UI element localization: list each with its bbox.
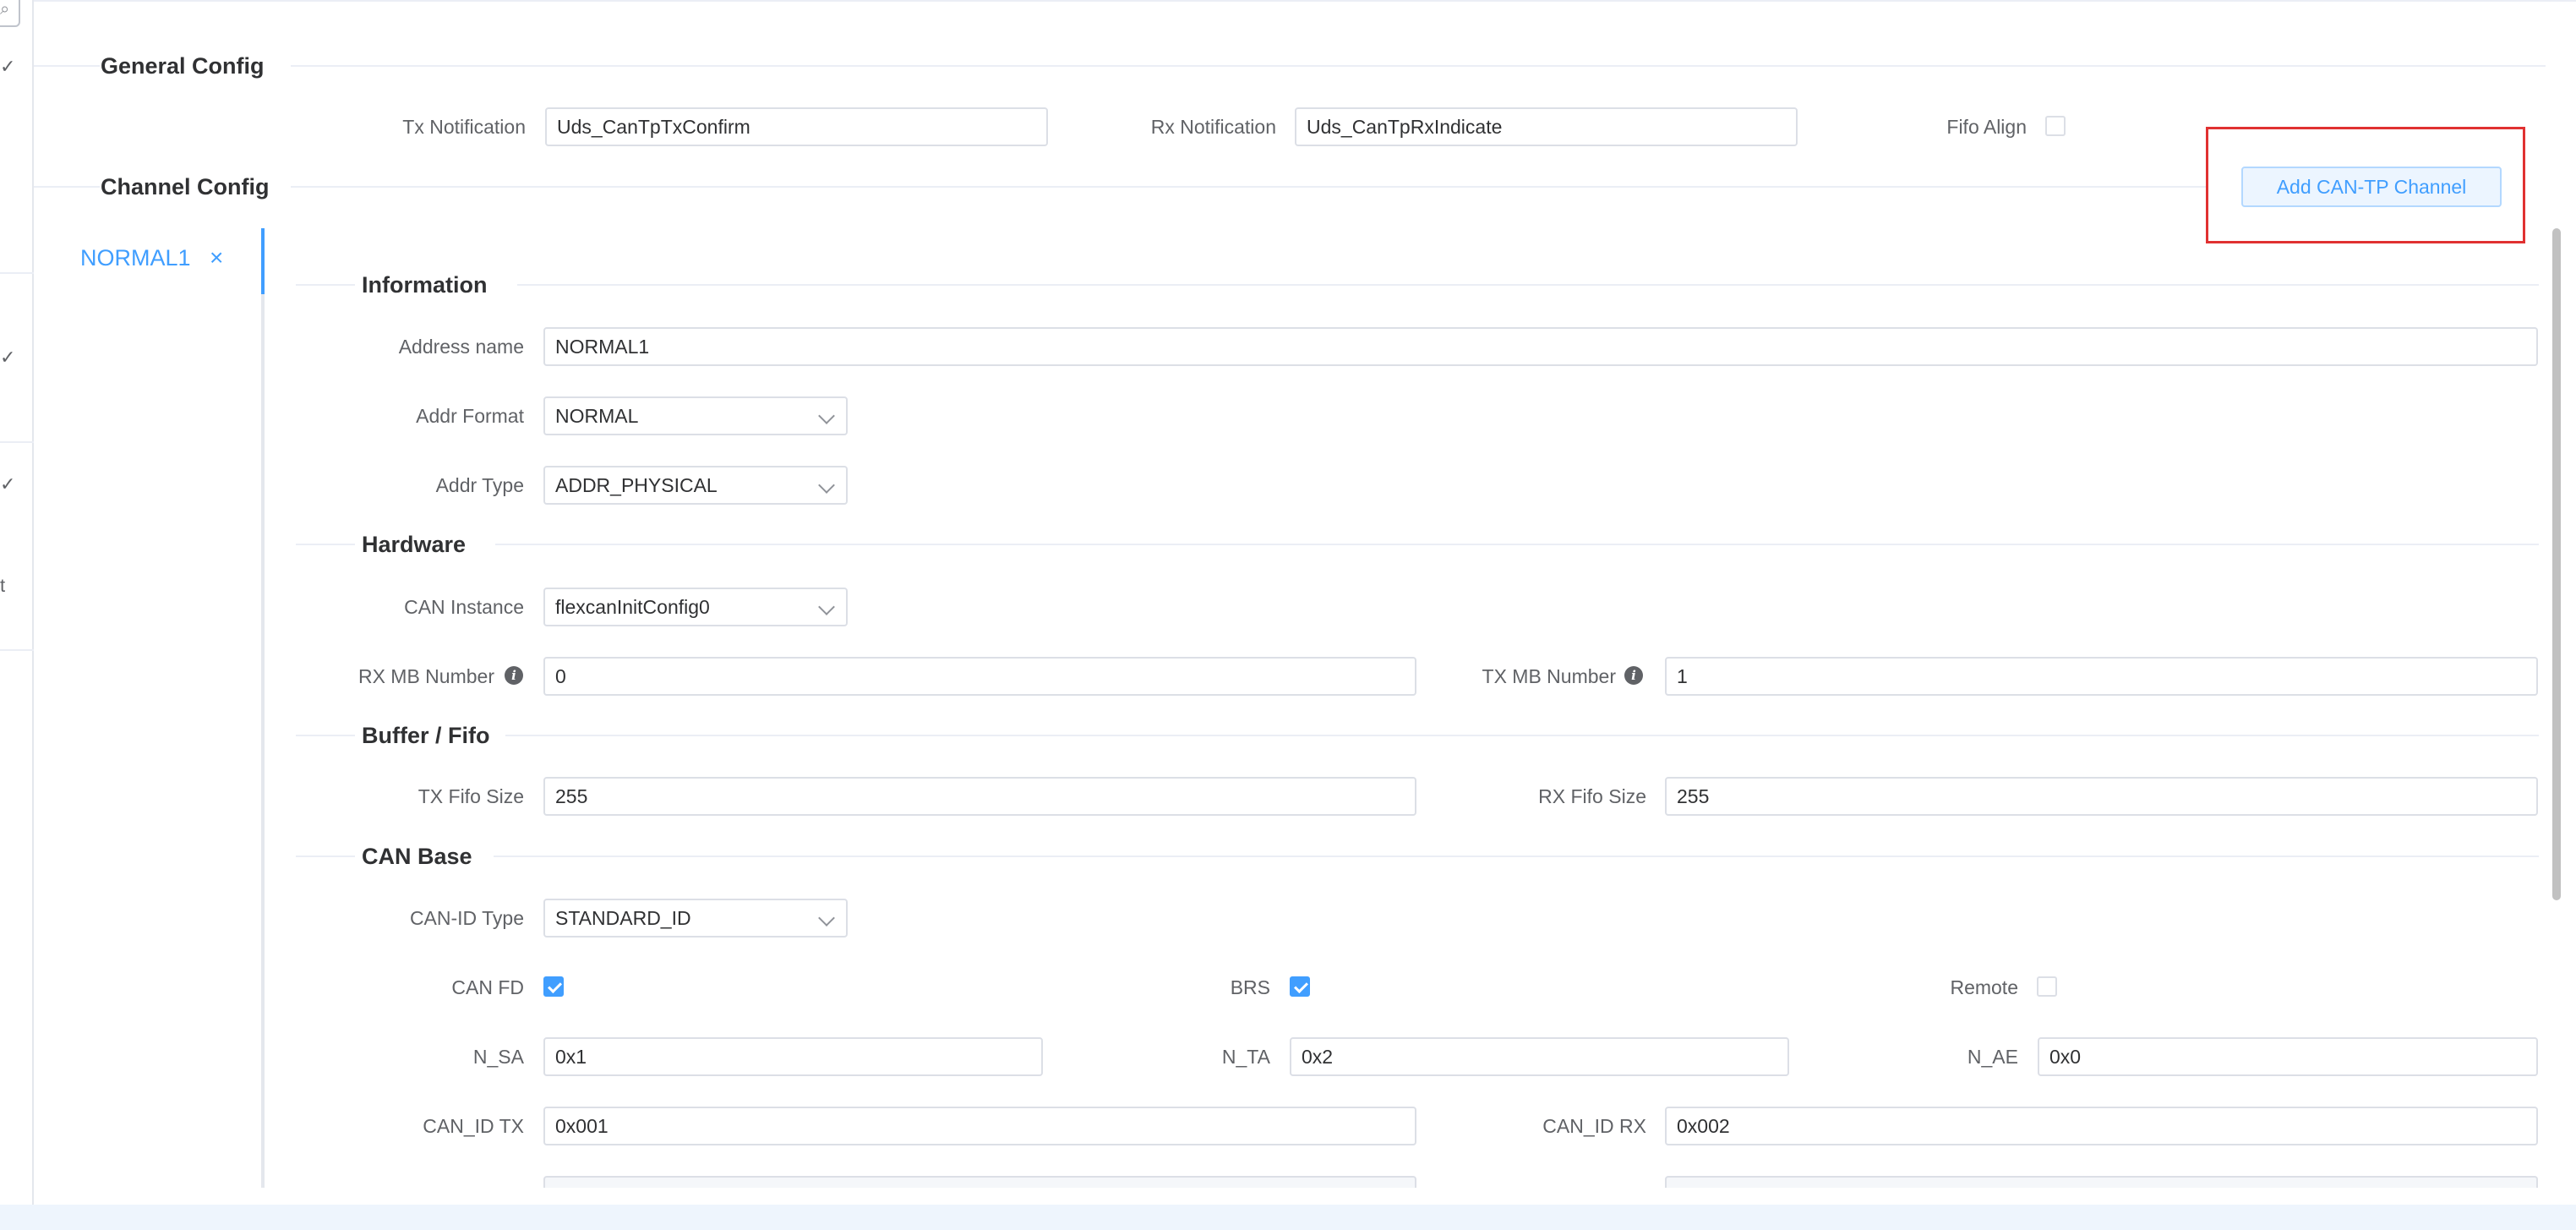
address-name-input[interactable]: NORMAL1 — [543, 327, 2538, 366]
text-glyph: t — [0, 575, 6, 596]
n-ta-label: N_TA — [1221, 1046, 1270, 1068]
n-sa-input[interactable]: 0x1 — [543, 1037, 1043, 1076]
tx-mb-number-input[interactable]: 1 — [1665, 657, 2538, 696]
brs-checkbox[interactable] — [1290, 976, 1310, 997]
n-ae-label: N_AE — [1967, 1046, 2018, 1068]
can-id-type-value: STANDARD_ID — [555, 907, 691, 929]
cutoff-input-left[interactable] — [543, 1176, 1416, 1188]
can-base-rule-right — [494, 856, 2539, 857]
brs-label: BRS — [1230, 976, 1270, 998]
search-icon: ⌕ — [0, 0, 10, 19]
nav-separator — [0, 649, 34, 651]
hardware-rule-right — [495, 544, 2539, 545]
can-instance-select[interactable]: flexcanInitConfig0 — [543, 588, 848, 626]
n-ta-input[interactable]: 0x2 — [1290, 1037, 1789, 1076]
can-fd-checkbox[interactable] — [543, 976, 564, 997]
addr-type-label: Addr Type — [435, 474, 524, 496]
tab-bar-line — [261, 228, 265, 1188]
channel-config-rule-left — [34, 186, 100, 188]
remote-checkbox[interactable] — [2037, 976, 2057, 997]
rx-notification-input[interactable]: Uds_CanTpRxIndicate — [1295, 107, 1798, 146]
tx-mb-number-label: TX MB Number — [1482, 665, 1616, 687]
fifo-align-checkbox[interactable] — [2045, 116, 2066, 136]
can-instance-label: CAN Instance — [404, 596, 524, 618]
n-ae-input[interactable]: 0x0 — [2038, 1037, 2538, 1076]
chevron-down-icon — [818, 477, 835, 494]
info-icon[interactable]: i — [1624, 666, 1643, 685]
can-id-tx-input[interactable]: 0x001 — [543, 1107, 1416, 1145]
chevron-down-icon — [818, 599, 835, 615]
rx-mb-number-label: RX MB Number — [357, 665, 494, 687]
general-config-rule-right — [291, 65, 2546, 67]
cutoff-input-right[interactable] — [1665, 1176, 2538, 1188]
check-glyph-3: ✓ — [0, 473, 16, 495]
rx-fifo-size-input[interactable]: 255 — [1665, 777, 2538, 816]
info-icon[interactable]: i — [505, 666, 523, 685]
channel-config-rule-right — [291, 186, 2208, 188]
search-box-edge[interactable]: ⌕ — [0, 0, 20, 27]
can-id-rx-input[interactable]: 0x002 — [1665, 1107, 2538, 1145]
tab-active-indicator — [261, 228, 265, 294]
can-base-rule-left — [296, 856, 355, 857]
address-name-label: Address name — [398, 336, 524, 358]
add-can-tp-channel-button[interactable]: Add CAN-TP Channel — [2241, 167, 2502, 207]
tx-fifo-size-input[interactable]: 255 — [543, 777, 1416, 816]
buffer-fifo-rule-right — [505, 735, 2539, 736]
addr-format-label: Addr Format — [416, 405, 524, 427]
nav-separator — [0, 441, 34, 443]
channel-config-title: Channel Config — [101, 174, 270, 200]
information-rule-left — [296, 284, 355, 286]
can-id-type-label: CAN-ID Type — [409, 907, 524, 929]
tx-notification-input[interactable]: Uds_CanTpTxConfirm — [545, 107, 1048, 146]
tx-fifo-size-label: TX Fifo Size — [418, 785, 524, 807]
rx-mb-number-input[interactable]: 0 — [543, 657, 1416, 696]
addr-type-value: ADDR_PHYSICAL — [555, 474, 718, 496]
fifo-align-label: Fifo Align — [1946, 116, 2027, 138]
can-base-title: CAN Base — [362, 844, 472, 869]
general-config-rule-left — [34, 65, 100, 67]
remote-label: Remote — [1950, 976, 2018, 998]
check-glyph-2: ✓ — [0, 347, 16, 368]
can-fd-label: CAN FD — [451, 976, 524, 998]
close-icon[interactable]: × — [210, 244, 223, 271]
hardware-rule-left — [296, 544, 355, 545]
top-divider — [34, 0, 2576, 2]
n-sa-label: N_SA — [472, 1046, 524, 1068]
addr-format-value: NORMAL — [555, 405, 639, 427]
buffer-fifo-rule-left — [296, 735, 355, 736]
tab-normal1[interactable]: NORMAL1 — [80, 245, 191, 271]
addr-type-select[interactable]: ADDR_PHYSICAL — [543, 466, 848, 505]
hardware-title: Hardware — [362, 532, 467, 557]
addr-format-select[interactable]: NORMAL — [543, 396, 848, 435]
rx-fifo-size-label: RX Fifo Size — [1538, 785, 1646, 807]
can-id-type-select[interactable]: STANDARD_ID — [543, 899, 848, 938]
check-glyph-1: ✓ — [0, 56, 16, 77]
can-id-rx-label: CAN_ID RX — [1542, 1115, 1646, 1137]
chevron-down-icon — [818, 407, 835, 424]
tx-notification-label: Tx Notification — [402, 116, 526, 138]
can-id-tx-label: CAN_ID TX — [423, 1115, 524, 1137]
bottom-bar — [0, 1205, 2576, 1230]
information-title: Information — [362, 272, 488, 298]
chevron-down-icon — [818, 910, 835, 927]
rx-notification-label: Rx Notification — [1150, 116, 1276, 138]
vertical-scrollbar[interactable] — [2552, 228, 2561, 900]
general-config-title: General Config — [101, 53, 265, 79]
nav-separator — [0, 272, 34, 274]
information-rule-right — [517, 284, 2539, 286]
left-nav-strip: ⌕ ✓ ✓ ✓ t — [0, 0, 34, 1205]
buffer-fifo-title: Buffer / Fifo — [362, 723, 490, 748]
can-instance-value: flexcanInitConfig0 — [555, 596, 710, 618]
